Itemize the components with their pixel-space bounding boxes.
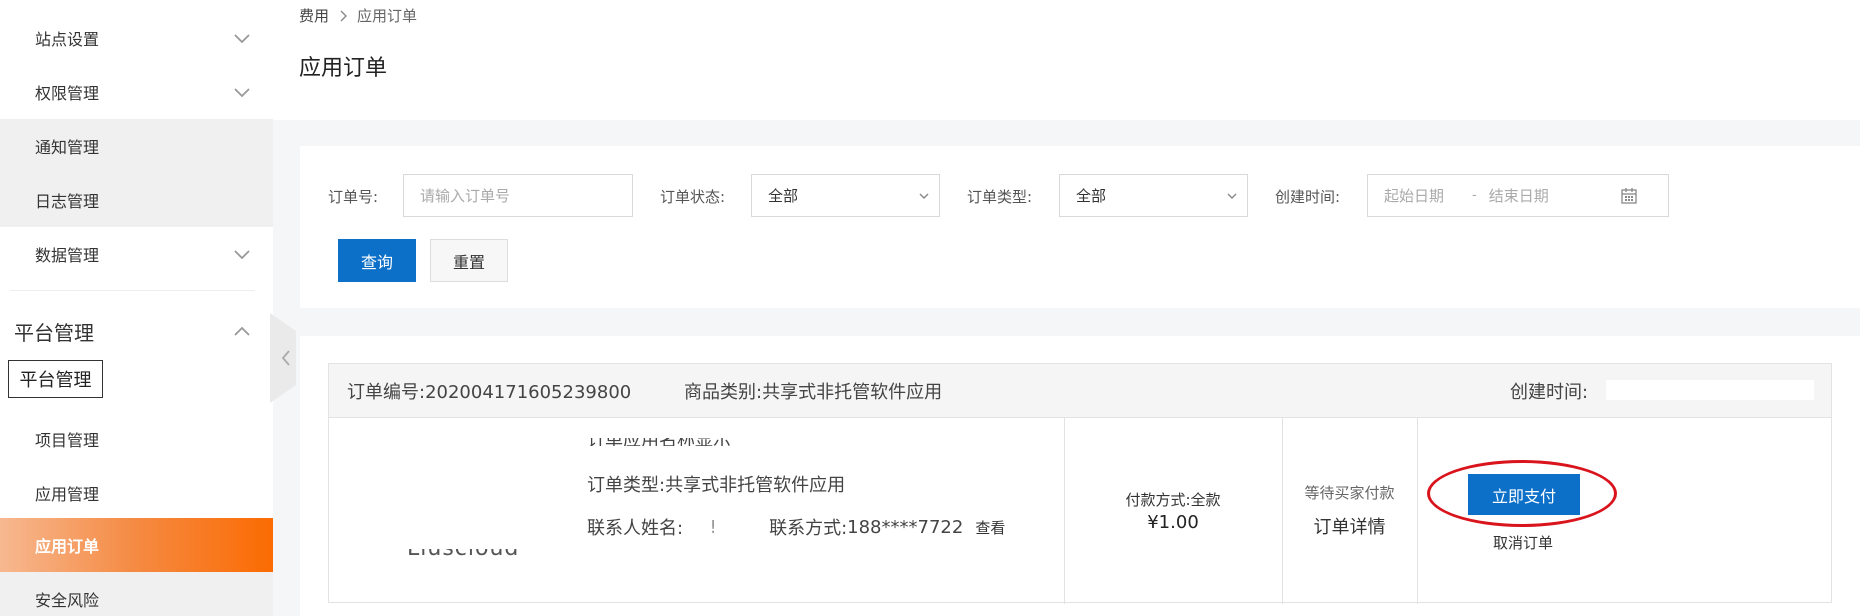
- payment-column: 付款方式:全款 ¥1.00: [1064, 489, 1282, 533]
- chevron-left-icon: [281, 350, 290, 366]
- app-title-clipped: 订单应用名称显示: [587, 438, 787, 446]
- contact-phone-value: 188****7722: [847, 516, 964, 538]
- breadcrumb-item-current: 应用订单: [357, 7, 418, 25]
- sidebar-item-label: 通知管理: [35, 138, 100, 157]
- created-time-header-label: 创建时间:: [1510, 381, 1589, 403]
- sidebar: 站点设置 权限管理 通知管理 日志管理 数据管理 平台管理 项目管理 应用管理 …: [0, 0, 273, 616]
- order-detail-link[interactable]: 订单详情: [1282, 513, 1417, 539]
- sidebar-item-label: 站点设置: [35, 30, 100, 49]
- chevron-down-icon: [1227, 193, 1237, 199]
- action-column: 立即支付 取消订单: [1417, 460, 1631, 594]
- breadcrumb-item-fees[interactable]: 费用: [299, 5, 329, 26]
- order-status: 等待买家付款: [1304, 484, 1395, 502]
- sidebar-item-label: 项目管理: [35, 431, 100, 450]
- sidebar-item-label: 日志管理: [35, 192, 100, 211]
- reset-button[interactable]: 重置: [430, 239, 508, 282]
- order-no-label: 订单号:: [328, 188, 379, 206]
- order-card: 订单编号:202004171605239800 商品类别:共享式非托管软件应用 …: [328, 363, 1832, 604]
- contact-line: 联系人姓名: ! 联系方式: 188****7722 查看: [587, 514, 1005, 540]
- chevron-down-icon: [234, 250, 250, 260]
- order-type-label: 订单类型:: [967, 188, 1033, 206]
- select-value: 全部: [768, 187, 799, 205]
- date-range-separator: -: [1472, 188, 1477, 203]
- date-range-picker[interactable]: 起始日期 - 结束日期: [1367, 174, 1669, 217]
- page-title: 应用订单: [299, 56, 388, 81]
- sidebar-item-notifications[interactable]: 通知管理: [0, 119, 273, 173]
- product-category-value: 共享式非托管软件应用: [762, 381, 943, 403]
- chevron-down-icon: [919, 193, 929, 199]
- app-title-text: 订单应用名称显示: [587, 438, 787, 446]
- order-status-select[interactable]: 全部: [751, 174, 940, 217]
- start-date-input[interactable]: 起始日期: [1384, 185, 1444, 206]
- app-logo: Liuscloud: [407, 549, 519, 559]
- query-button[interactable]: 查询: [338, 239, 416, 282]
- contact-phone-label: 联系方式:: [769, 518, 848, 539]
- sidebar-group-platform[interactable]: 平台管理: [0, 303, 273, 359]
- sidebar-divider: [10, 290, 255, 291]
- sidebar-item-apps[interactable]: 应用管理: [0, 466, 273, 520]
- sidebar-group-label: 平台管理: [14, 320, 94, 345]
- created-time-label: 创建时间:: [1275, 188, 1341, 206]
- sidebar-item-projects[interactable]: 项目管理: [0, 412, 273, 466]
- order-type-line: 订单类型:共享式非托管软件应用: [587, 475, 846, 496]
- sidebar-item-security-risk[interactable]: 安全风险: [0, 572, 273, 616]
- sidebar-item-label: 安全风险: [35, 591, 100, 610]
- order-number: 订单编号:202004171605239800: [347, 378, 631, 404]
- sidebar-item-permissions[interactable]: 权限管理: [0, 65, 273, 119]
- select-value: 全部: [1076, 187, 1107, 205]
- sidebar-item-logs[interactable]: 日志管理: [0, 173, 273, 227]
- chevron-down-icon: [234, 88, 250, 98]
- sidebar-item-label: 权限管理: [35, 84, 100, 103]
- sidebar-item-label: 应用管理: [35, 485, 100, 504]
- order-number-value: 202004171605239800: [425, 381, 632, 403]
- breadcrumb: 费用 应用订单: [299, 5, 417, 26]
- chevron-down-icon: [234, 34, 250, 44]
- contact-name-label: 联系人姓名:: [587, 518, 684, 539]
- sidebar-item-app-orders[interactable]: 应用订单: [0, 518, 273, 572]
- sidebar-collapse-handle[interactable]: [270, 313, 296, 403]
- order-amount: ¥1.00: [1147, 512, 1199, 533]
- view-contact-link[interactable]: 查看: [975, 517, 1005, 538]
- filter-panel: 订单号: 请输入订单号 订单状态: 全部 订单类型: 全部 创建时间: 起始日期…: [300, 146, 1860, 308]
- order-list-panel: 订单编号:202004171605239800 商品类别:共享式非托管软件应用 …: [300, 336, 1860, 616]
- contact-name-value: !: [709, 516, 717, 538]
- chevron-right-icon: [340, 10, 348, 21]
- order-status-label: 订单状态:: [660, 188, 726, 206]
- sidebar-item-site-settings[interactable]: 站点设置: [0, 11, 273, 65]
- product-category: 商品类别:共享式非托管软件应用: [684, 378, 942, 404]
- sidebar-item-label: 数据管理: [35, 246, 100, 265]
- end-date-input[interactable]: 结束日期: [1489, 185, 1549, 206]
- annotation-ellipse: [1427, 460, 1617, 527]
- order-number-label: 订单编号:: [347, 381, 426, 403]
- sidebar-tooltip: 平台管理: [8, 360, 103, 398]
- sidebar-item-label: 应用订单: [35, 537, 100, 556]
- page-header: 费用 应用订单 应用订单: [273, 0, 1860, 120]
- sidebar-item-data[interactable]: 数据管理: [0, 227, 273, 281]
- status-column: 等待买家付款 订单详情: [1282, 482, 1417, 539]
- order-type-select[interactable]: 全部: [1059, 174, 1248, 217]
- product-category-label: 商品类别:: [684, 381, 763, 403]
- created-time-value-box: [1606, 380, 1814, 400]
- cancel-order-link[interactable]: 取消订单: [1417, 532, 1629, 553]
- order-card-header: 订单编号:202004171605239800 商品类别:共享式非托管软件应用 …: [329, 364, 1831, 418]
- order-no-input[interactable]: 请输入订单号: [403, 174, 633, 217]
- payment-method: 付款方式:全款: [1125, 491, 1221, 509]
- chevron-up-icon: [234, 326, 250, 336]
- calendar-icon: [1621, 187, 1637, 204]
